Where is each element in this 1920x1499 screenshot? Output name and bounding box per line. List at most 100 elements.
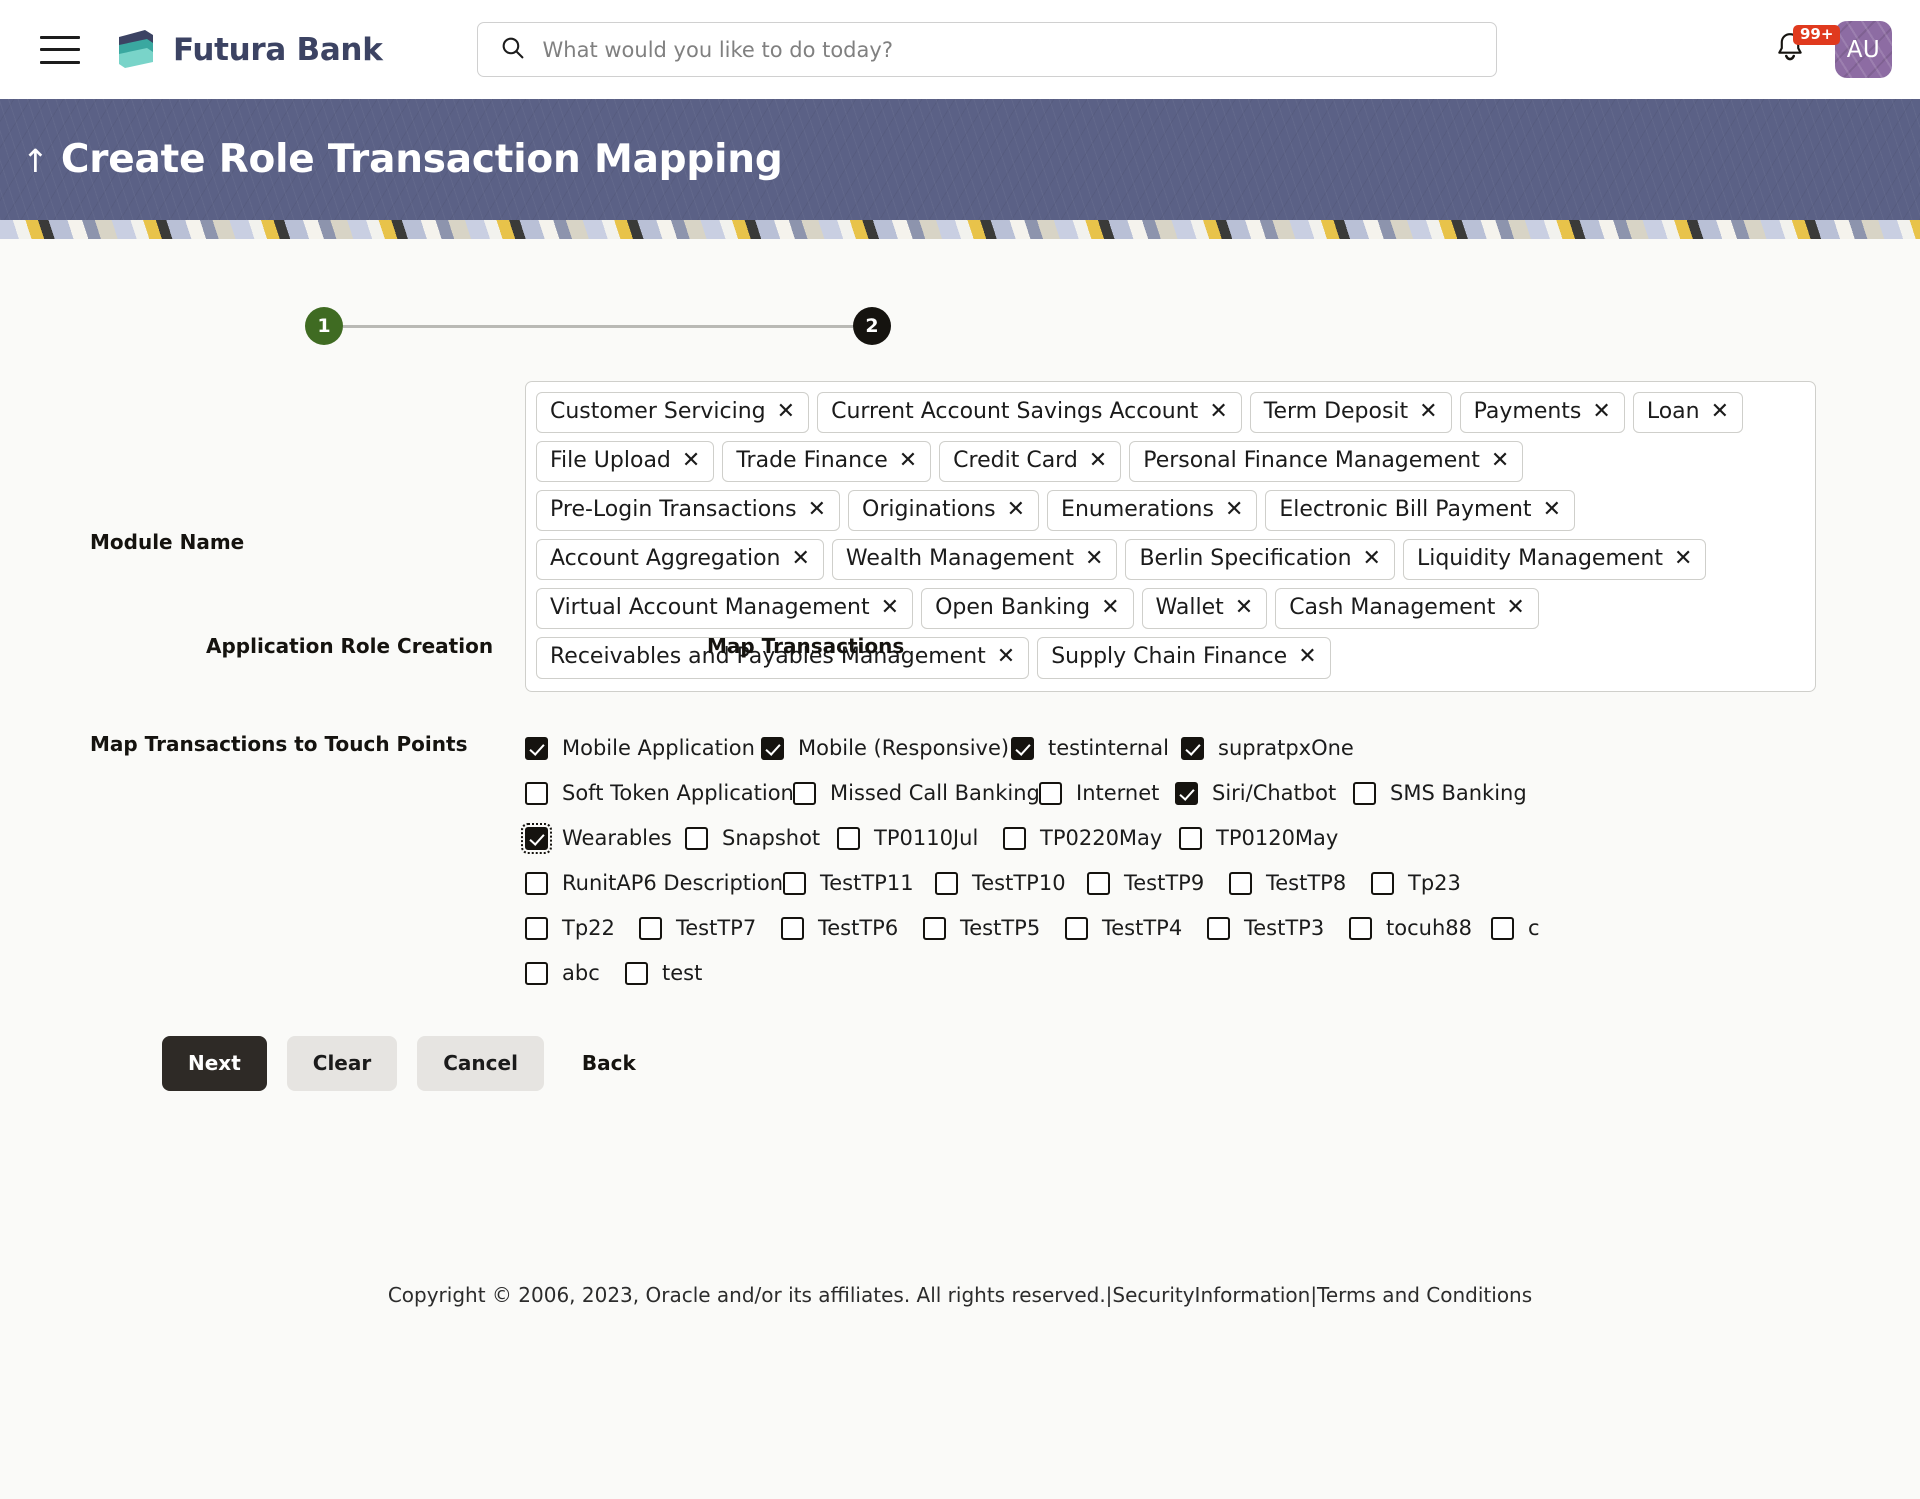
touch-point-checkbox-item[interactable]: TP0120May [1179,826,1355,850]
checkbox-unchecked-icon[interactable] [1207,916,1230,940]
chip-remove-icon[interactable]: ✕ [1491,449,1509,472]
touch-point-checkbox-item[interactable]: Siri/Chatbot [1175,781,1353,805]
touch-point-checkbox-item[interactable]: RunitAP6 Description [525,871,783,895]
search-box[interactable] [476,22,1497,77]
checkbox-unchecked-icon[interactable] [1353,781,1376,805]
checkbox-unchecked-icon[interactable] [783,871,806,895]
chip-remove-icon[interactable]: ✕ [808,498,826,521]
brand-logo[interactable]: Futura Bank [115,28,383,72]
touch-point-checkbox-item[interactable]: TestTP6 [781,916,923,940]
touch-point-checkbox-item[interactable]: TestTP11 [783,871,935,895]
stepper-step-1[interactable]: 1 [305,307,343,345]
touch-point-checkbox-item[interactable]: TestTP5 [923,916,1065,940]
checkbox-unchecked-icon[interactable] [685,826,708,850]
checkbox-unchecked-icon[interactable] [935,871,958,895]
module-chip[interactable]: Loan ✕ [1632,392,1744,434]
touch-point-checkbox-item[interactable]: TestTP8 [1229,871,1371,895]
checkbox-unchecked-icon[interactable] [525,961,548,985]
touch-point-checkbox-item[interactable]: tocuh88 [1349,916,1491,940]
checkbox-unchecked-icon[interactable] [1229,871,1252,895]
module-chip[interactable]: Electronic Bill Payment ✕ [1265,490,1575,532]
chip-remove-icon[interactable]: ✕ [997,646,1015,668]
checkbox-unchecked-icon[interactable] [1087,871,1110,895]
module-chip[interactable]: Liquidity Management ✕ [1402,539,1707,581]
touch-point-checkbox-item[interactable]: testinternal [1011,736,1181,760]
touch-point-checkbox-item[interactable]: c [1491,916,1551,940]
checkbox-checked-icon[interactable] [521,822,552,854]
back-button[interactable]: Back [564,1036,654,1091]
cancel-button[interactable]: Cancel [417,1035,544,1091]
checkbox-unchecked-icon[interactable] [525,916,548,940]
touch-point-checkbox-item[interactable]: Mobile (Responsive) [761,736,1011,760]
touch-point-checkbox-item[interactable]: TP0110Jul [837,826,1003,850]
checkbox-checked-icon[interactable] [525,736,548,760]
module-chip[interactable]: Cash Management ✕ [1275,588,1539,630]
module-chip[interactable]: Account Aggregation ✕ [536,539,824,581]
module-chip[interactable]: File Upload ✕ [536,441,715,483]
chip-remove-icon[interactable]: ✕ [1298,646,1316,668]
module-chip[interactable]: Pre-Login Transactions ✕ [536,490,841,532]
touch-point-checkbox-item[interactable]: Snapshot [685,826,837,850]
stepper-step-2[interactable]: 2 [853,307,891,345]
checkbox-checked-icon[interactable] [1181,736,1204,760]
touch-point-checkbox-item[interactable]: test [625,961,725,985]
module-chip[interactable]: Originations ✕ [848,490,1040,532]
touch-point-checkbox-item[interactable]: supratpxOne [1181,736,1361,760]
checkbox-unchecked-icon[interactable] [923,916,946,940]
checkbox-unchecked-icon[interactable] [1179,826,1202,850]
chip-remove-icon[interactable]: ✕ [1225,498,1243,521]
module-chip[interactable]: Customer Servicing ✕ [536,392,810,434]
touch-point-checkbox-item[interactable]: abc [525,961,625,985]
chip-remove-icon[interactable]: ✕ [1711,400,1729,423]
chip-remove-icon[interactable]: ✕ [1089,449,1107,472]
checkbox-unchecked-icon[interactable] [525,781,548,805]
notifications-button[interactable]: 99+ [1775,25,1841,68]
chip-remove-icon[interactable]: ✕ [1674,547,1692,570]
module-chip[interactable]: Virtual Account Management ✕ [536,588,914,630]
touch-point-checkbox-item[interactable]: TestTP9 [1087,871,1229,895]
chip-remove-icon[interactable]: ✕ [682,449,700,472]
touch-point-checkbox-item[interactable]: TestTP4 [1065,916,1207,940]
module-chip[interactable]: Personal Finance Management ✕ [1129,441,1524,483]
next-button[interactable]: Next [162,1035,267,1091]
module-chip[interactable]: Berlin Specification ✕ [1125,539,1395,581]
checkbox-unchecked-icon[interactable] [793,781,816,805]
touch-point-checkbox-item[interactable]: SMS Banking [1353,781,1533,805]
module-chip[interactable]: Enumerations ✕ [1047,490,1258,532]
chip-remove-icon[interactable]: ✕ [1543,498,1561,521]
module-chip[interactable]: Wallet ✕ [1141,588,1268,630]
hamburger-menu-icon[interactable] [40,35,80,64]
chip-remove-icon[interactable]: ✕ [1007,498,1025,521]
chip-remove-icon[interactable]: ✕ [791,547,809,570]
touch-point-checkbox-item[interactable]: TP0220May [1003,826,1179,850]
touch-point-checkbox-item[interactable]: Tp22 [525,916,639,940]
checkbox-unchecked-icon[interactable] [837,826,860,850]
avatar[interactable]: AU [1835,21,1892,78]
touch-point-checkbox-item[interactable]: Soft Token Application [525,781,794,805]
touch-point-checkbox-item[interactable]: Missed Call Banking [793,781,1040,805]
chip-remove-icon[interactable]: ✕ [777,400,795,423]
chip-remove-icon[interactable]: ✕ [899,449,917,472]
chip-remove-icon[interactable]: ✕ [881,596,899,619]
module-chip[interactable]: Open Banking ✕ [921,588,1134,630]
checkbox-checked-icon[interactable] [761,736,784,760]
module-chip[interactable]: Credit Card ✕ [939,441,1122,483]
back-arrow-icon[interactable]: ↑ [22,145,49,177]
chip-remove-icon[interactable]: ✕ [1592,400,1610,423]
chip-remove-icon[interactable]: ✕ [1235,596,1253,619]
checkbox-unchecked-icon[interactable] [781,916,804,940]
module-chip[interactable]: Supply Chain Finance ✕ [1037,637,1331,679]
module-chip[interactable]: Current Account Savings Account ✕ [817,392,1242,434]
chip-remove-icon[interactable]: ✕ [1101,596,1119,619]
chip-remove-icon[interactable]: ✕ [1209,400,1227,423]
checkbox-checked-icon[interactable] [1175,781,1198,805]
touch-point-checkbox-item[interactable]: TestTP10 [935,871,1087,895]
checkbox-unchecked-icon[interactable] [625,961,648,985]
checkbox-unchecked-icon[interactable] [1003,826,1026,850]
checkbox-unchecked-icon[interactable] [525,871,548,895]
touch-point-checkbox-item[interactable]: Wearables [521,822,685,854]
chip-remove-icon[interactable]: ✕ [1506,596,1524,619]
checkbox-unchecked-icon[interactable] [1371,871,1394,895]
touch-point-checkbox-item[interactable]: Tp23 [1371,871,1483,895]
checkbox-unchecked-icon[interactable] [639,916,662,940]
